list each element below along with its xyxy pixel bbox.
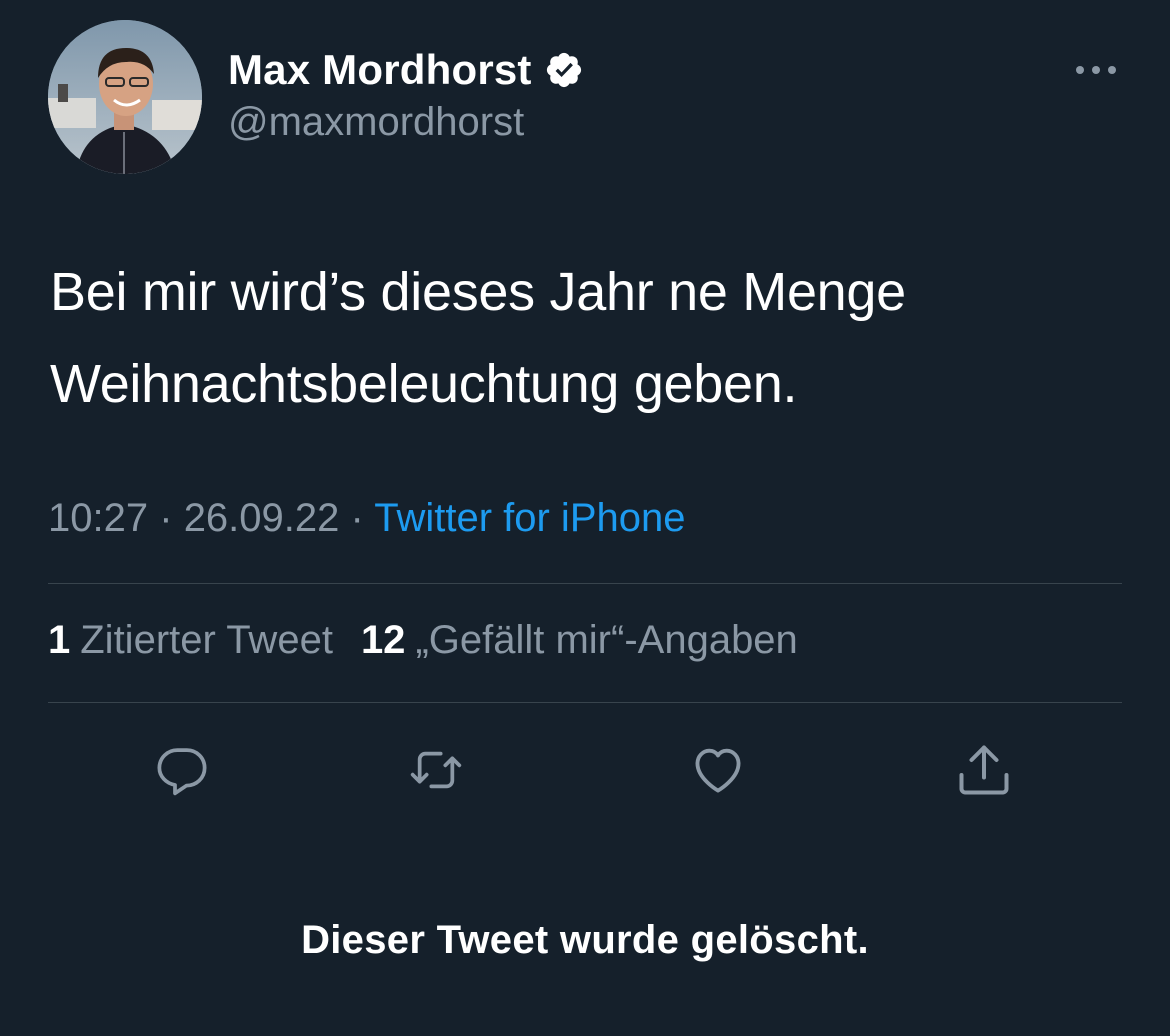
like-label: „Gefällt mir“-Angaben xyxy=(415,618,798,662)
author-avatar[interactable] xyxy=(48,20,202,174)
reply-button[interactable] xyxy=(152,740,212,800)
tweet-text-line: Weihnachtsbeleuchtung geben. xyxy=(50,354,798,414)
tweet-time: 10:27 xyxy=(48,496,149,540)
verified-badge-icon xyxy=(546,52,581,88)
tweet-stats: 1 Zitierter Tweet 12 „Gefällt mir“-Angaben xyxy=(48,618,798,663)
reply-bubble-icon xyxy=(157,748,207,796)
more-horizontal-icon xyxy=(1076,66,1116,74)
divider xyxy=(48,583,1122,584)
quote-label: Zitierter Tweet xyxy=(80,618,333,662)
tweet-text-line: Bei mir wird’s dieses Jahr ne Menge xyxy=(50,262,906,322)
meta-separator: · xyxy=(350,496,364,540)
tweet-text: Bei mir wird’s dieses Jahr ne Menge Weih… xyxy=(50,246,1130,430)
share-upload-icon xyxy=(959,745,1009,795)
avatar-photo xyxy=(48,20,202,174)
retweet-button[interactable] xyxy=(406,740,466,800)
like-button[interactable] xyxy=(688,740,748,800)
author-handle[interactable]: @maxmordhorst xyxy=(228,100,524,145)
heart-icon xyxy=(695,748,741,793)
tweet-date: 26.09.22 xyxy=(183,496,340,540)
like-count: 12 xyxy=(360,618,406,662)
quote-tweets-stat[interactable]: 1 Zitierter Tweet xyxy=(48,618,333,663)
author-display-name[interactable]: Max Mordhorst xyxy=(228,46,532,94)
share-button[interactable] xyxy=(954,740,1014,800)
tweet-meta: 10:27 · 26.09.22 · Twitter for iPhone xyxy=(48,496,685,541)
author-name-row[interactable]: Max Mordhorst xyxy=(228,44,584,96)
deleted-tweet-notice: Dieser Tweet wurde gelöscht. xyxy=(301,918,869,962)
likes-stat[interactable]: 12 „Gefällt mir“-Angaben xyxy=(361,618,798,663)
tweet-source-link[interactable]: Twitter for iPhone xyxy=(374,496,685,540)
more-options-button[interactable] xyxy=(1068,52,1124,88)
quote-count: 1 xyxy=(48,618,71,662)
divider xyxy=(48,702,1122,703)
retweet-icon xyxy=(410,751,462,789)
meta-separator: · xyxy=(159,496,173,540)
